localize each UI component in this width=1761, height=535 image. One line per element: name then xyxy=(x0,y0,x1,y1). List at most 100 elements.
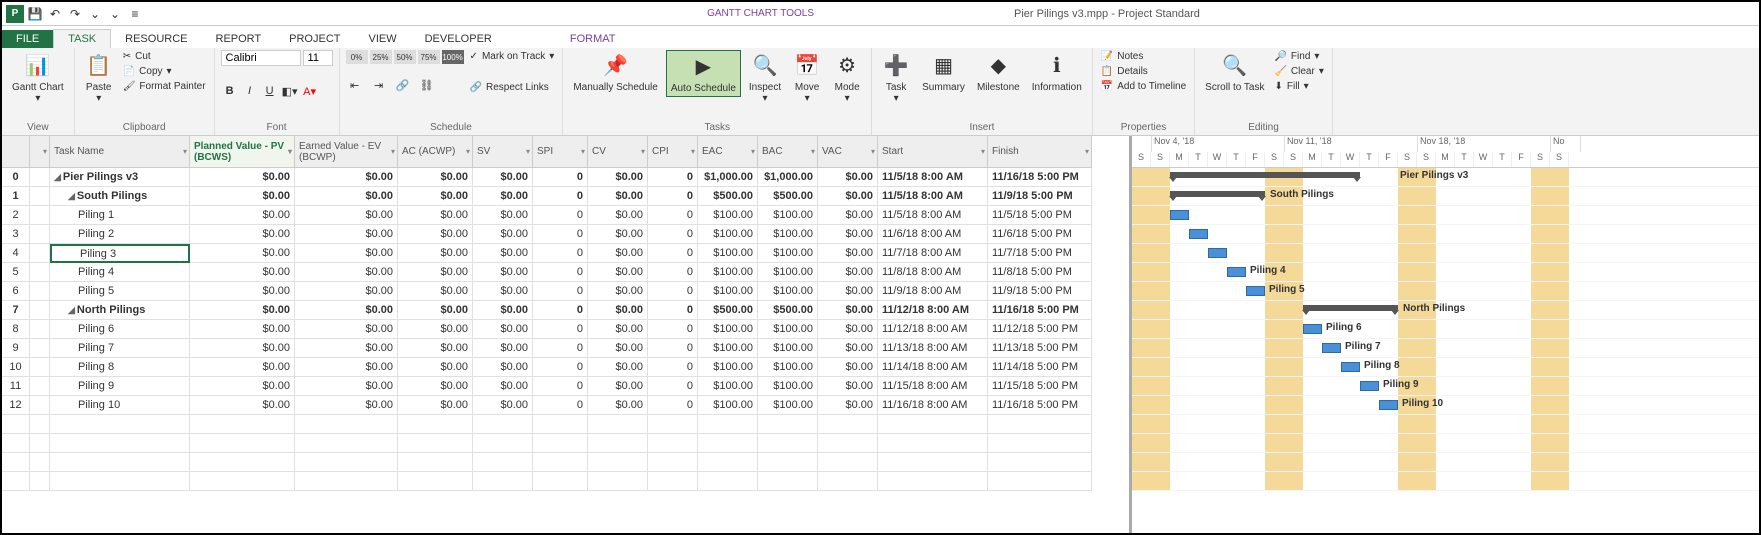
data-cell[interactable]: $1,000.00 xyxy=(758,168,818,187)
gantt-row[interactable] xyxy=(1132,415,1759,434)
filter-dropdown-icon[interactable]: ▾ xyxy=(1085,147,1089,156)
indicator-cell[interactable] xyxy=(30,206,50,225)
auto-schedule-button[interactable]: ▶Auto Schedule xyxy=(666,50,741,97)
mark-on-track-button[interactable]: ✓Mark on Track ▾ xyxy=(468,50,557,63)
data-cell[interactable]: $0.00 xyxy=(473,168,533,187)
indicator-cell[interactable] xyxy=(30,263,50,282)
data-cell[interactable]: $100.00 xyxy=(698,225,758,244)
respect-links-button[interactable]: 🔗Respect Links xyxy=(468,81,557,94)
row-number[interactable]: 1 xyxy=(2,187,30,206)
data-cell[interactable]: $0.00 xyxy=(818,187,878,206)
task-name-cell[interactable]: ◢North Pilings xyxy=(50,301,190,320)
data-cell[interactable]: $0.00 xyxy=(473,339,533,358)
data-cell[interactable]: 11/7/18 8:00 AM xyxy=(878,244,988,263)
data-cell[interactable]: $0.00 xyxy=(588,244,648,263)
row-number[interactable]: 7 xyxy=(2,301,30,320)
table-row[interactable]: 1 ◢South Pilings $0.00$0.00$0.00$0.000$0… xyxy=(2,187,1129,206)
data-cell[interactable]: 0 xyxy=(533,339,588,358)
data-cell[interactable]: $100.00 xyxy=(758,358,818,377)
gantt-row[interactable] xyxy=(1132,320,1759,339)
gantt-row[interactable] xyxy=(1132,225,1759,244)
data-cell[interactable]: $0.00 xyxy=(818,225,878,244)
table-row[interactable]: 7 ◢North Pilings $0.00$0.00$0.00$0.000$0… xyxy=(2,301,1129,320)
gantt-chart-button[interactable]: 📊Gantt Chart▾ xyxy=(8,50,68,106)
column-header[interactable]: SPI▾ xyxy=(533,136,588,168)
indicator-cell[interactable] xyxy=(30,358,50,377)
task-button[interactable]: ➕Task▾ xyxy=(878,50,914,106)
task-name-cell[interactable]: Piling 7 xyxy=(50,339,190,358)
data-cell[interactable]: 11/5/18 8:00 AM xyxy=(878,187,988,206)
data-cell[interactable]: $0.00 xyxy=(588,396,648,415)
gantt-row[interactable] xyxy=(1132,453,1759,472)
task-name-cell[interactable]: Piling 2 xyxy=(50,225,190,244)
data-cell[interactable]: $0.00 xyxy=(295,263,398,282)
indicator-cell[interactable] xyxy=(30,225,50,244)
data-cell[interactable]: $0.00 xyxy=(295,244,398,263)
collapse-icon[interactable]: ◢ xyxy=(68,305,75,316)
data-cell[interactable]: $0.00 xyxy=(295,282,398,301)
filter-dropdown-icon[interactable]: ▾ xyxy=(581,147,585,156)
data-cell[interactable]: $0.00 xyxy=(818,396,878,415)
table-row[interactable]: 8 Piling 6 $0.00$0.00$0.00$0.000$0.000$1… xyxy=(2,320,1129,339)
data-cell[interactable]: $0.00 xyxy=(588,301,648,320)
link-button[interactable]: 🔗 xyxy=(394,76,412,94)
data-cell[interactable]: $0.00 xyxy=(588,263,648,282)
data-cell[interactable]: 0 xyxy=(648,320,698,339)
data-cell[interactable]: 11/9/18 5:00 PM xyxy=(988,282,1092,301)
data-cell[interactable]: $0.00 xyxy=(398,244,473,263)
gantt-row[interactable] xyxy=(1132,339,1759,358)
data-cell[interactable]: $0.00 xyxy=(818,263,878,282)
data-cell[interactable]: $0.00 xyxy=(473,358,533,377)
row-header-corner[interactable] xyxy=(2,136,30,168)
data-cell[interactable]: $100.00 xyxy=(698,396,758,415)
indicator-cell[interactable] xyxy=(30,301,50,320)
qat-more-2-icon[interactable]: ⌄ xyxy=(106,5,124,23)
data-cell[interactable]: $100.00 xyxy=(758,320,818,339)
data-cell[interactable]: $0.00 xyxy=(190,339,295,358)
table-row[interactable]: 4 Piling 3 $0.00$0.00$0.00$0.000$0.000$1… xyxy=(2,244,1129,263)
timeline-button[interactable]: 📅Add to Timeline xyxy=(1099,80,1188,93)
filter-dropdown-icon[interactable]: ▾ xyxy=(871,147,875,156)
data-cell[interactable]: 11/5/18 8:00 AM xyxy=(878,206,988,225)
table-row[interactable]: 11 Piling 9 $0.00$0.00$0.00$0.000$0.000$… xyxy=(2,377,1129,396)
data-cell[interactable]: 11/12/18 8:00 AM xyxy=(878,301,988,320)
indent-button[interactable]: ⇥ xyxy=(370,76,388,94)
gantt-summary-bar[interactable] xyxy=(1303,305,1398,311)
data-cell[interactable]: 11/6/18 8:00 AM xyxy=(878,225,988,244)
data-cell[interactable]: $0.00 xyxy=(398,168,473,187)
data-cell[interactable]: $0.00 xyxy=(295,320,398,339)
data-cell[interactable]: 0 xyxy=(648,358,698,377)
data-cell[interactable]: $0.00 xyxy=(588,187,648,206)
data-cell[interactable]: $100.00 xyxy=(758,244,818,263)
cut-button[interactable]: ✂Cut xyxy=(121,50,208,63)
data-cell[interactable]: $0.00 xyxy=(473,377,533,396)
data-cell[interactable]: $0.00 xyxy=(588,320,648,339)
data-cell[interactable]: 0 xyxy=(533,320,588,339)
indicator-cell[interactable] xyxy=(30,187,50,206)
task-name-cell[interactable]: Piling 9 xyxy=(50,377,190,396)
task-name-cell[interactable]: Piling 1 xyxy=(50,206,190,225)
data-cell[interactable]: $0.00 xyxy=(190,320,295,339)
data-cell[interactable]: $0.00 xyxy=(295,301,398,320)
row-number[interactable]: 5 xyxy=(2,263,30,282)
data-cell[interactable]: 11/8/18 5:00 PM xyxy=(988,263,1092,282)
gantt-task-bar[interactable] xyxy=(1379,400,1398,410)
data-cell[interactable]: $0.00 xyxy=(190,282,295,301)
indicator-cell[interactable] xyxy=(30,396,50,415)
data-cell[interactable]: $0.00 xyxy=(190,263,295,282)
data-cell[interactable]: 11/16/18 5:00 PM xyxy=(988,168,1092,187)
pct-25-button[interactable]: 25% xyxy=(370,50,392,64)
underline-button[interactable]: U xyxy=(261,82,279,100)
column-header[interactable]: SV▾ xyxy=(473,136,533,168)
data-cell[interactable]: $0.00 xyxy=(295,396,398,415)
data-cell[interactable]: 11/16/18 8:00 AM xyxy=(878,396,988,415)
column-header[interactable]: Planned Value - PV (BCWS)▾ xyxy=(190,136,295,168)
data-cell[interactable]: $0.00 xyxy=(818,244,878,263)
tab-view[interactable]: VIEW xyxy=(354,30,410,48)
mode-button[interactable]: ⚙Mode▾ xyxy=(829,50,865,106)
data-cell[interactable]: $0.00 xyxy=(588,377,648,396)
data-cell[interactable]: $0.00 xyxy=(398,339,473,358)
data-cell[interactable]: $100.00 xyxy=(758,339,818,358)
row-number[interactable]: 10 xyxy=(2,358,30,377)
pct-100-button[interactable]: 100% xyxy=(442,50,464,64)
